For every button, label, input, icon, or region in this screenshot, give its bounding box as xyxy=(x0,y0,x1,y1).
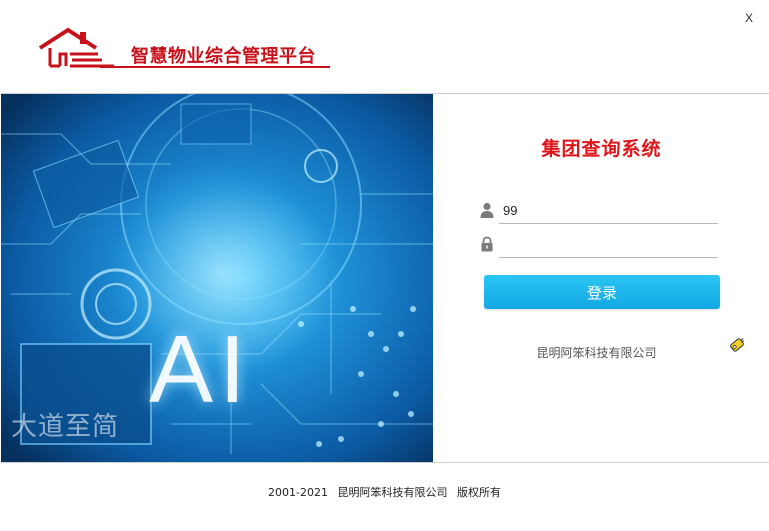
key-icon[interactable] xyxy=(728,336,746,354)
divider-bottom xyxy=(0,462,769,463)
banner-headline: AI xyxy=(149,316,252,423)
company-name: 昆明阿笨科技有限公司 xyxy=(536,346,657,360)
lock-icon xyxy=(481,236,493,252)
footer-company: 昆明阿笨科技有限公司 xyxy=(337,486,448,499)
login-button[interactable]: 登录 xyxy=(484,275,720,309)
system-title: 集团查询系统 xyxy=(541,138,662,160)
username-input[interactable] xyxy=(499,198,718,224)
banner-image: AI 大道至简 xyxy=(1,94,433,462)
close-button[interactable]: X xyxy=(742,10,756,26)
footer-years: 2001-2021 xyxy=(268,486,328,499)
banner-slogan: 大道至简 xyxy=(11,412,120,442)
password-input[interactable] xyxy=(499,232,718,258)
header: 智慧物业综合管理平台 X xyxy=(0,0,769,93)
password-row xyxy=(480,232,720,260)
username-row xyxy=(480,198,720,226)
user-icon xyxy=(480,202,494,218)
brand-title: 智慧物业综合管理平台 xyxy=(131,46,316,67)
footer: 2001-2021 昆明阿笨科技有限公司 版权所有 xyxy=(0,484,769,500)
footer-rights: 版权所有 xyxy=(456,486,501,499)
login-panel: 集团查询系统 登录 昆明阿笨科技有限公司 xyxy=(434,94,769,462)
brand-underline xyxy=(100,66,330,68)
